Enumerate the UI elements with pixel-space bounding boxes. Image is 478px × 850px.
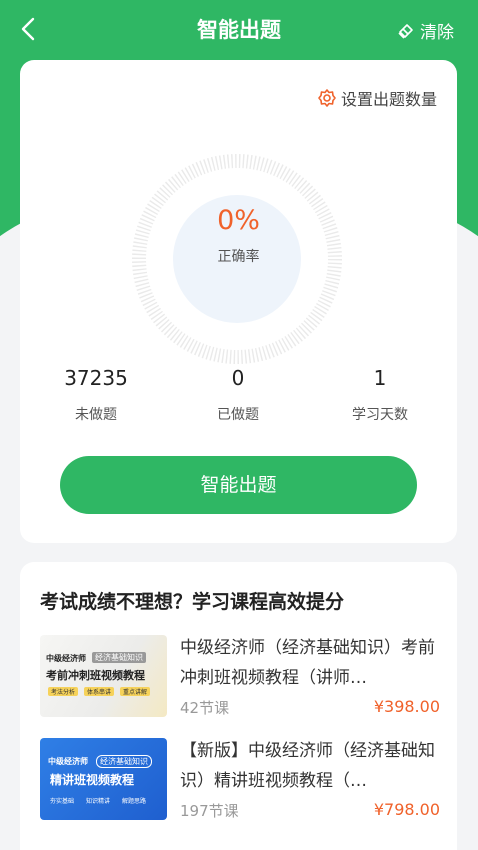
- recommend-title: 考试成绩不理想？学习课程高效提分: [40, 591, 345, 613]
- course-item[interactable]: 中级经济师 经济基础知识 考前冲刺班视频教程 考法分析 体系串讲 重点讲解 中级…: [40, 635, 440, 720]
- nav-bar: 智能出题 清除: [0, 0, 478, 60]
- thumb-tag: 经济基础知识: [92, 652, 146, 663]
- clear-button[interactable]: 清除: [396, 18, 454, 43]
- clear-label: 清除: [420, 23, 454, 43]
- thumb-chip: 考法分析: [48, 687, 79, 696]
- stats-card: 设置出题数量 0% 正确率 37235 未做题 0 已做题 1 学习天数 智能出…: [20, 60, 457, 543]
- accuracy-label: 正确率: [217, 249, 260, 265]
- thumb-chip: 体系串讲: [84, 687, 115, 696]
- recommend-card: 考试成绩不理想？学习课程高效提分 中级经济师 经济基础知识 考前冲刺班视频教程 …: [20, 562, 457, 850]
- stat-label: 未做题: [75, 407, 117, 423]
- course-lessons: 42节课: [180, 699, 230, 717]
- thumb-chip: 知识精讲: [86, 798, 111, 805]
- set-question-count-label: 设置出题数量: [340, 90, 437, 109]
- thumb-main: 考前冲刺班视频教程: [46, 669, 145, 682]
- accuracy-rate: 0%: [217, 205, 260, 236]
- stat-done: 0 已做题: [168, 366, 308, 424]
- stat-value: 0: [231, 366, 245, 390]
- stat-label: 学习天数: [352, 407, 408, 423]
- thumb-chip: 重点讲解: [120, 687, 151, 696]
- course-price: ¥398.00: [373, 697, 440, 716]
- stat-undone: 37235 未做题: [26, 366, 166, 424]
- course-thumbnail: 中级经济师 经济基础知识 精讲班视频教程 夯实基础 知识精讲 解题思路: [40, 738, 167, 820]
- course-price: ¥798.00: [373, 800, 440, 819]
- course-thumbnail: 中级经济师 经济基础知识 考前冲刺班视频教程 考法分析 体系串讲 重点讲解: [40, 635, 167, 717]
- thumb-brand: 中级经济师: [48, 757, 88, 766]
- stat-value: 37235: [64, 366, 128, 390]
- thumb-chip: 解题思路: [122, 798, 147, 805]
- gear-icon: [318, 89, 336, 107]
- course-title: 中级经济师（经济基础知识）考前冲刺班视频教程（讲师…: [180, 638, 435, 688]
- course-item[interactable]: 中级经济师 经济基础知识 精讲班视频教程 夯实基础 知识精讲 解题思路 【新版】…: [40, 738, 440, 823]
- stat-study-days: 1 学习天数: [310, 366, 450, 424]
- smart-question-button[interactable]: 智能出题: [60, 456, 417, 514]
- thumb-tag: 经济基础知识: [96, 755, 152, 768]
- course-title: 【新版】中级经济师（经济基础知识）精讲班视频教程（…: [180, 741, 435, 791]
- thumb-brand: 中级经济师: [46, 654, 86, 663]
- stat-label: 已做题: [217, 407, 259, 423]
- course-lessons: 197节课: [180, 802, 239, 820]
- eraser-icon: [398, 23, 413, 39]
- stat-value: 1: [373, 366, 387, 390]
- thumb-main: 精讲班视频教程: [50, 773, 135, 787]
- thumb-chip: 夯实基础: [50, 798, 75, 805]
- set-question-count-button[interactable]: 设置出题数量: [317, 86, 437, 110]
